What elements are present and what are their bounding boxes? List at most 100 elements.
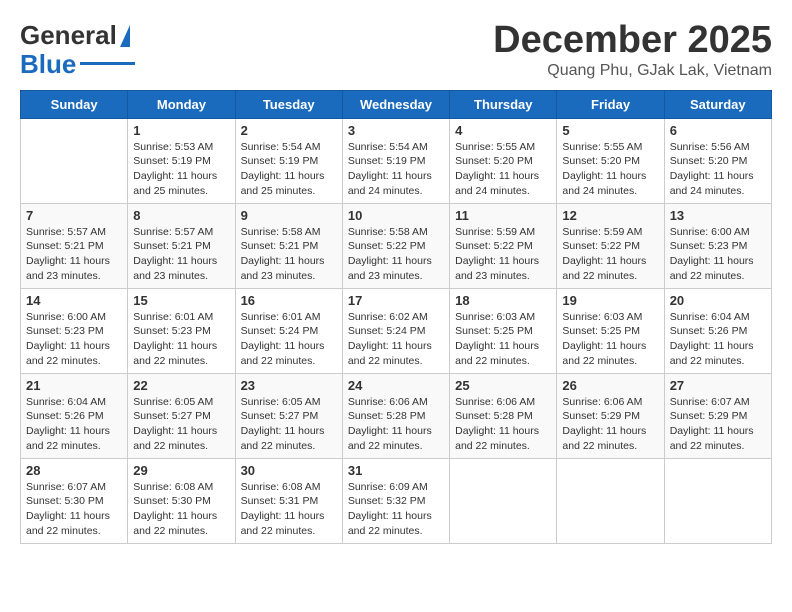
day-info: Sunrise: 6:05 AM Sunset: 5:27 PM Dayligh… bbox=[133, 395, 229, 454]
day-cell: 16 Sunrise: 6:01 AM Sunset: 5:24 PM Dayli… bbox=[235, 288, 342, 373]
day-number: 1 bbox=[133, 123, 229, 138]
day-cell: 12 Sunrise: 5:59 AM Sunset: 5:22 PM Dayli… bbox=[557, 203, 664, 288]
day-number: 15 bbox=[133, 293, 229, 308]
day-info: Sunrise: 5:58 AM Sunset: 5:21 PM Dayligh… bbox=[241, 225, 337, 284]
day-number: 16 bbox=[241, 293, 337, 308]
day-cell bbox=[21, 118, 128, 203]
day-cell: 27Sunrise: 6:07 AM Sunset: 5:29 PM Dayli… bbox=[664, 373, 771, 458]
day-number: 26 bbox=[562, 378, 658, 393]
day-cell bbox=[450, 458, 557, 543]
week-row-1: 1Sunrise: 5:53 AM Sunset: 5:19 PM Daylig… bbox=[21, 118, 772, 203]
day-cell: 11Sunrise: 5:59 AM Sunset: 5:22 PM Dayli… bbox=[450, 203, 557, 288]
week-row-4: 21 Sunrise: 6:04 AM Sunset: 5:26 PM Dayli… bbox=[21, 373, 772, 458]
day-number: 23 bbox=[241, 378, 337, 393]
day-info: Sunrise: 6:06 AM Sunset: 5:28 PM Dayligh… bbox=[348, 395, 444, 454]
header-tuesday: Tuesday bbox=[235, 90, 342, 118]
day-number: 7 bbox=[26, 208, 122, 223]
day-cell: 13Sunrise: 6:00 AM Sunset: 5:23 PM Dayli… bbox=[664, 203, 771, 288]
day-info: Sunrise: 5:56 AM Sunset: 5:20 PM Dayligh… bbox=[670, 140, 766, 199]
day-number: 12 bbox=[562, 208, 658, 223]
day-cell: 28 Sunrise: 6:07 AM Sunset: 5:30 PM Dayli… bbox=[21, 458, 128, 543]
header-sunday: Sunday bbox=[21, 90, 128, 118]
day-info: Sunrise: 5:59 AM Sunset: 5:22 PM Dayligh… bbox=[562, 225, 658, 284]
day-number: 11 bbox=[455, 208, 551, 223]
header-monday: Monday bbox=[128, 90, 235, 118]
day-info: Sunrise: 6:03 AM Sunset: 5:25 PM Dayligh… bbox=[455, 310, 551, 369]
day-number: 27 bbox=[670, 378, 766, 393]
day-cell: 20 Sunrise: 6:04 AM Sunset: 5:26 PM Dayli… bbox=[664, 288, 771, 373]
day-number: 30 bbox=[241, 463, 337, 478]
day-number: 19 bbox=[562, 293, 658, 308]
day-info: Sunrise: 6:00 AM Sunset: 5:23 PM Dayligh… bbox=[670, 225, 766, 284]
day-info: Sunrise: 5:54 AM Sunset: 5:19 PM Dayligh… bbox=[241, 140, 337, 199]
logo-blue: Blue bbox=[20, 51, 76, 77]
day-info: Sunrise: 6:01 AM Sunset: 5:24 PM Dayligh… bbox=[241, 310, 337, 369]
day-cell: 25 Sunrise: 6:06 AM Sunset: 5:28 PM Dayli… bbox=[450, 373, 557, 458]
logo-underline bbox=[80, 62, 135, 65]
day-cell: 4Sunrise: 5:55 AM Sunset: 5:20 PM Daylig… bbox=[450, 118, 557, 203]
day-cell: 6Sunrise: 5:56 AM Sunset: 5:20 PM Daylig… bbox=[664, 118, 771, 203]
day-info: Sunrise: 6:08 AM Sunset: 5:30 PM Dayligh… bbox=[133, 480, 229, 539]
day-number: 9 bbox=[241, 208, 337, 223]
day-number: 24 bbox=[348, 378, 444, 393]
month-title: December 2025 bbox=[493, 20, 772, 62]
day-info: Sunrise: 5:57 AM Sunset: 5:21 PM Dayligh… bbox=[133, 225, 229, 284]
day-cell: 29 Sunrise: 6:08 AM Sunset: 5:30 PM Dayli… bbox=[128, 458, 235, 543]
day-info: Sunrise: 6:06 AM Sunset: 5:29 PM Dayligh… bbox=[562, 395, 658, 454]
day-number: 3 bbox=[348, 123, 444, 138]
day-number: 20 bbox=[670, 293, 766, 308]
calendar-body: 1Sunrise: 5:53 AM Sunset: 5:19 PM Daylig… bbox=[21, 118, 772, 543]
day-number: 5 bbox=[562, 123, 658, 138]
day-number: 28 bbox=[26, 463, 122, 478]
header-friday: Friday bbox=[557, 90, 664, 118]
title-block: December 2025 Quang Phu, GJak Lak, Vietn… bbox=[493, 20, 772, 80]
day-cell: 26 Sunrise: 6:06 AM Sunset: 5:29 PM Dayli… bbox=[557, 373, 664, 458]
calendar-header-row: SundayMondayTuesdayWednesdayThursdayFrid… bbox=[21, 90, 772, 118]
day-cell bbox=[557, 458, 664, 543]
header-thursday: Thursday bbox=[450, 90, 557, 118]
day-number: 8 bbox=[133, 208, 229, 223]
logo: General Blue bbox=[20, 20, 135, 77]
calendar-table: SundayMondayTuesdayWednesdayThursdayFrid… bbox=[20, 90, 772, 544]
day-cell: 3 Sunrise: 5:54 AM Sunset: 5:19 PM Daylig… bbox=[342, 118, 449, 203]
day-number: 21 bbox=[26, 378, 122, 393]
day-cell: 22Sunrise: 6:05 AM Sunset: 5:27 PM Dayli… bbox=[128, 373, 235, 458]
day-info: Sunrise: 6:08 AM Sunset: 5:31 PM Dayligh… bbox=[241, 480, 337, 539]
day-cell: 7Sunrise: 5:57 AM Sunset: 5:21 PM Daylig… bbox=[21, 203, 128, 288]
day-cell: 1Sunrise: 5:53 AM Sunset: 5:19 PM Daylig… bbox=[128, 118, 235, 203]
day-number: 31 bbox=[348, 463, 444, 478]
day-info: Sunrise: 5:54 AM Sunset: 5:19 PM Dayligh… bbox=[348, 140, 444, 199]
day-info: Sunrise: 6:04 AM Sunset: 5:26 PM Dayligh… bbox=[670, 310, 766, 369]
day-info: Sunrise: 5:55 AM Sunset: 5:20 PM Dayligh… bbox=[455, 140, 551, 199]
day-cell: 24 Sunrise: 6:06 AM Sunset: 5:28 PM Dayli… bbox=[342, 373, 449, 458]
day-info: Sunrise: 6:09 AM Sunset: 5:32 PM Dayligh… bbox=[348, 480, 444, 539]
day-info: Sunrise: 6:02 AM Sunset: 5:24 PM Dayligh… bbox=[348, 310, 444, 369]
logo-triangle-icon bbox=[120, 25, 130, 47]
day-cell: 21 Sunrise: 6:04 AM Sunset: 5:26 PM Dayli… bbox=[21, 373, 128, 458]
day-number: 14 bbox=[26, 293, 122, 308]
day-info: Sunrise: 6:05 AM Sunset: 5:27 PM Dayligh… bbox=[241, 395, 337, 454]
day-cell: 2 Sunrise: 5:54 AM Sunset: 5:19 PM Daylig… bbox=[235, 118, 342, 203]
day-cell: 17 Sunrise: 6:02 AM Sunset: 5:24 PM Dayli… bbox=[342, 288, 449, 373]
day-number: 2 bbox=[241, 123, 337, 138]
header-saturday: Saturday bbox=[664, 90, 771, 118]
week-row-5: 28 Sunrise: 6:07 AM Sunset: 5:30 PM Dayli… bbox=[21, 458, 772, 543]
day-cell: 19Sunrise: 6:03 AM Sunset: 5:25 PM Dayli… bbox=[557, 288, 664, 373]
week-row-2: 7 Sunrise: 5:57 AM Sunset: 5:21 PM Daylig… bbox=[21, 203, 772, 288]
day-info: Sunrise: 6:07 AM Sunset: 5:30 PM Dayligh… bbox=[26, 480, 122, 539]
day-number: 17 bbox=[348, 293, 444, 308]
day-info: Sunrise: 6:04 AM Sunset: 5:26 PM Dayligh… bbox=[26, 395, 122, 454]
day-cell: 9 Sunrise: 5:58 AM Sunset: 5:21 PM Daylig… bbox=[235, 203, 342, 288]
day-cell: 10Sunrise: 5:58 AM Sunset: 5:22 PM Dayli… bbox=[342, 203, 449, 288]
day-number: 10 bbox=[348, 208, 444, 223]
logo-general: General bbox=[20, 20, 117, 51]
day-number: 29 bbox=[133, 463, 229, 478]
day-number: 25 bbox=[455, 378, 551, 393]
day-info: Sunrise: 6:06 AM Sunset: 5:28 PM Dayligh… bbox=[455, 395, 551, 454]
day-cell: 18Sunrise: 6:03 AM Sunset: 5:25 PM Dayli… bbox=[450, 288, 557, 373]
day-cell: 30 Sunrise: 6:08 AM Sunset: 5:31 PM Dayli… bbox=[235, 458, 342, 543]
week-row-3: 14Sunrise: 6:00 AM Sunset: 5:23 PM Dayli… bbox=[21, 288, 772, 373]
day-cell: 23 Sunrise: 6:05 AM Sunset: 5:27 PM Dayli… bbox=[235, 373, 342, 458]
day-info: Sunrise: 6:01 AM Sunset: 5:23 PM Dayligh… bbox=[133, 310, 229, 369]
day-cell: 31 Sunrise: 6:09 AM Sunset: 5:32 PM Dayli… bbox=[342, 458, 449, 543]
